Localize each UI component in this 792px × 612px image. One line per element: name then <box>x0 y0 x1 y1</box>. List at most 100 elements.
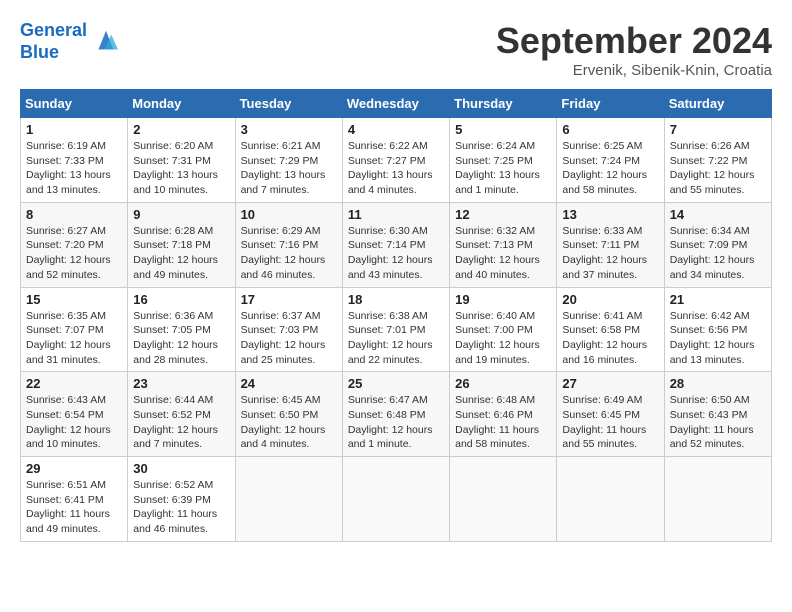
col-header-friday: Friday <box>557 90 664 118</box>
day-info: Sunrise: 6:44 AM Sunset: 6:52 PM Dayligh… <box>133 393 229 452</box>
location-subtitle: Ervenik, Sibenik-Knin, Croatia <box>496 62 772 79</box>
calendar-cell: 15 Sunrise: 6:35 AM Sunset: 7:07 PM Dayli… <box>21 287 128 372</box>
calendar-week-row: 8Sunrise: 6:27 AM Sunset: 7:20 PM Daylig… <box>21 202 772 287</box>
day-info: Sunrise: 6:21 AM Sunset: 7:29 PM Dayligh… <box>241 139 337 198</box>
calendar-cell: 3 Sunrise: 6:21 AM Sunset: 7:29 PM Daylig… <box>235 118 342 203</box>
day-info: Sunrise: 6:40 AM Sunset: 7:00 PM Dayligh… <box>455 309 551 368</box>
day-number: 12 <box>455 207 551 222</box>
logo: General Blue <box>20 20 121 63</box>
calendar-week-row: 1Sunrise: 6:19 AM Sunset: 7:33 PM Daylig… <box>21 118 772 203</box>
day-number: 29 <box>26 461 122 476</box>
calendar-cell: 16Sunrise: 6:36 AM Sunset: 7:05 PM Dayli… <box>128 287 235 372</box>
calendar-cell: 13Sunrise: 6:33 AM Sunset: 7:11 PM Dayli… <box>557 202 664 287</box>
calendar-cell <box>450 457 557 542</box>
calendar-cell: 19 Sunrise: 6:40 AM Sunset: 7:00 PM Dayli… <box>450 287 557 372</box>
calendar-cell: 27Sunrise: 6:49 AM Sunset: 6:45 PM Dayli… <box>557 372 664 457</box>
calendar-cell: 12Sunrise: 6:32 AM Sunset: 7:13 PM Dayli… <box>450 202 557 287</box>
day-info: Sunrise: 6:52 AM Sunset: 6:39 PM Dayligh… <box>133 478 229 537</box>
day-number: 20 <box>562 292 658 307</box>
logo-text: General Blue <box>20 20 87 63</box>
day-info: Sunrise: 6:24 AM Sunset: 7:25 PM Dayligh… <box>455 139 551 198</box>
day-info: Sunrise: 6:41 AM Sunset: 6:58 PM Dayligh… <box>562 309 658 368</box>
day-number: 7 <box>670 122 766 137</box>
calendar-cell <box>235 457 342 542</box>
day-number: 28 <box>670 376 766 391</box>
calendar-cell <box>557 457 664 542</box>
calendar-cell: 29 Sunrise: 6:51 AM Sunset: 6:41 PM Dayli… <box>21 457 128 542</box>
calendar-cell: 14 Sunrise: 6:34 AM Sunset: 7:09 PM Dayli… <box>664 202 771 287</box>
day-number: 23 <box>133 376 229 391</box>
day-number: 4 <box>348 122 444 137</box>
calendar-cell: 18 Sunrise: 6:38 AM Sunset: 7:01 PM Dayli… <box>342 287 449 372</box>
day-info: Sunrise: 6:38 AM Sunset: 7:01 PM Dayligh… <box>348 309 444 368</box>
day-info: Sunrise: 6:30 AM Sunset: 7:14 PM Dayligh… <box>348 224 444 283</box>
day-number: 30 <box>133 461 229 476</box>
calendar-cell: 1Sunrise: 6:19 AM Sunset: 7:33 PM Daylig… <box>21 118 128 203</box>
day-number: 17 <box>241 292 337 307</box>
day-number: 18 <box>348 292 444 307</box>
calendar-header-row: SundayMondayTuesdayWednesdayThursdayFrid… <box>21 90 772 118</box>
day-number: 14 <box>670 207 766 222</box>
logo-blue: Blue <box>20 42 59 62</box>
col-header-wednesday: Wednesday <box>342 90 449 118</box>
day-info: Sunrise: 6:43 AM Sunset: 6:54 PM Dayligh… <box>26 393 122 452</box>
col-header-monday: Monday <box>128 90 235 118</box>
calendar-cell: 25 Sunrise: 6:47 AM Sunset: 6:48 PM Dayli… <box>342 372 449 457</box>
calendar-cell: 5Sunrise: 6:24 AM Sunset: 7:25 PM Daylig… <box>450 118 557 203</box>
calendar-cell: 22Sunrise: 6:43 AM Sunset: 6:54 PM Dayli… <box>21 372 128 457</box>
calendar-cell: 20 Sunrise: 6:41 AM Sunset: 6:58 PM Dayli… <box>557 287 664 372</box>
calendar-cell <box>664 457 771 542</box>
day-info: Sunrise: 6:22 AM Sunset: 7:27 PM Dayligh… <box>348 139 444 198</box>
calendar-cell: 23 Sunrise: 6:44 AM Sunset: 6:52 PM Dayli… <box>128 372 235 457</box>
calendar-cell: 7 Sunrise: 6:26 AM Sunset: 7:22 PM Daylig… <box>664 118 771 203</box>
day-number: 19 <box>455 292 551 307</box>
col-header-tuesday: Tuesday <box>235 90 342 118</box>
col-header-thursday: Thursday <box>450 90 557 118</box>
day-info: Sunrise: 6:42 AM Sunset: 6:56 PM Dayligh… <box>670 309 766 368</box>
day-number: 11 <box>348 207 444 222</box>
day-info: Sunrise: 6:50 AM Sunset: 6:43 PM Dayligh… <box>670 393 766 452</box>
day-info: Sunrise: 6:28 AM Sunset: 7:18 PM Dayligh… <box>133 224 229 283</box>
day-info: Sunrise: 6:51 AM Sunset: 6:41 PM Dayligh… <box>26 478 122 537</box>
month-title: September 2024 <box>496 20 772 62</box>
calendar-cell: 4 Sunrise: 6:22 AM Sunset: 7:27 PM Daylig… <box>342 118 449 203</box>
day-number: 13 <box>562 207 658 222</box>
calendar-cell <box>342 457 449 542</box>
day-info: Sunrise: 6:34 AM Sunset: 7:09 PM Dayligh… <box>670 224 766 283</box>
calendar-cell: 26 Sunrise: 6:48 AM Sunset: 6:46 PM Dayli… <box>450 372 557 457</box>
day-info: Sunrise: 6:26 AM Sunset: 7:22 PM Dayligh… <box>670 139 766 198</box>
logo-icon <box>91 27 121 57</box>
day-info: Sunrise: 6:36 AM Sunset: 7:05 PM Dayligh… <box>133 309 229 368</box>
day-info: Sunrise: 6:45 AM Sunset: 6:50 PM Dayligh… <box>241 393 337 452</box>
calendar-cell: 2 Sunrise: 6:20 AM Sunset: 7:31 PM Daylig… <box>128 118 235 203</box>
day-info: Sunrise: 6:35 AM Sunset: 7:07 PM Dayligh… <box>26 309 122 368</box>
calendar-cell: 24 Sunrise: 6:45 AM Sunset: 6:50 PM Dayli… <box>235 372 342 457</box>
day-info: Sunrise: 6:47 AM Sunset: 6:48 PM Dayligh… <box>348 393 444 452</box>
logo-general: General <box>20 20 87 40</box>
day-info: Sunrise: 6:37 AM Sunset: 7:03 PM Dayligh… <box>241 309 337 368</box>
day-number: 26 <box>455 376 551 391</box>
day-number: 25 <box>348 376 444 391</box>
day-number: 15 <box>26 292 122 307</box>
calendar-cell: 11 Sunrise: 6:30 AM Sunset: 7:14 PM Dayli… <box>342 202 449 287</box>
day-number: 24 <box>241 376 337 391</box>
title-block: September 2024 Ervenik, Sibenik-Knin, Cr… <box>496 20 772 79</box>
col-header-sunday: Sunday <box>21 90 128 118</box>
calendar-cell: 6Sunrise: 6:25 AM Sunset: 7:24 PM Daylig… <box>557 118 664 203</box>
calendar-cell: 9 Sunrise: 6:28 AM Sunset: 7:18 PM Daylig… <box>128 202 235 287</box>
day-info: Sunrise: 6:20 AM Sunset: 7:31 PM Dayligh… <box>133 139 229 198</box>
day-number: 9 <box>133 207 229 222</box>
day-info: Sunrise: 6:48 AM Sunset: 6:46 PM Dayligh… <box>455 393 551 452</box>
calendar-cell: 21 Sunrise: 6:42 AM Sunset: 6:56 PM Dayli… <box>664 287 771 372</box>
day-number: 3 <box>241 122 337 137</box>
day-info: Sunrise: 6:49 AM Sunset: 6:45 PM Dayligh… <box>562 393 658 452</box>
day-number: 2 <box>133 122 229 137</box>
day-number: 21 <box>670 292 766 307</box>
col-header-saturday: Saturday <box>664 90 771 118</box>
day-number: 6 <box>562 122 658 137</box>
calendar-week-row: 29 Sunrise: 6:51 AM Sunset: 6:41 PM Dayli… <box>21 457 772 542</box>
calendar-cell: 17 Sunrise: 6:37 AM Sunset: 7:03 PM Dayli… <box>235 287 342 372</box>
day-info: Sunrise: 6:29 AM Sunset: 7:16 PM Dayligh… <box>241 224 337 283</box>
calendar-table: SundayMondayTuesdayWednesdayThursdayFrid… <box>20 89 772 542</box>
calendar-week-row: 15 Sunrise: 6:35 AM Sunset: 7:07 PM Dayli… <box>21 287 772 372</box>
